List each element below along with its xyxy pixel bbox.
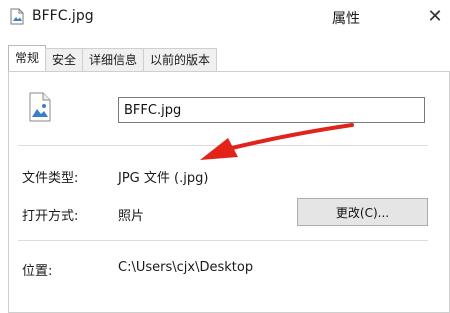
tab-details[interactable]: 详细信息 xyxy=(82,48,145,71)
tab-security[interactable]: 安全 xyxy=(45,48,84,71)
open-with-value: 照片 xyxy=(118,209,145,224)
file-type-value: JPG 文件 (.jpg) xyxy=(118,171,209,186)
tab-previous-versions[interactable]: 以前的版本 xyxy=(143,48,218,71)
divider xyxy=(18,240,428,241)
tab-bar: 常规 安全 详细信息 以前的版本 xyxy=(8,45,218,71)
location-label: 位置: xyxy=(22,264,53,279)
window-title: BFFC.jpg xyxy=(32,8,94,24)
dialog-title: 属性 xyxy=(332,11,360,27)
location-value: C:\Users\cjx\Desktop xyxy=(118,260,254,275)
change-button[interactable]: 更改(C)... xyxy=(297,198,428,226)
divider xyxy=(18,145,428,146)
tab-general[interactable]: 常规 xyxy=(8,45,47,71)
close-button[interactable]: ✕ xyxy=(420,0,450,33)
open-with-label: 打开方式: xyxy=(22,209,79,224)
filename-field[interactable] xyxy=(118,97,425,123)
close-icon: ✕ xyxy=(427,6,443,27)
image-file-icon xyxy=(10,8,24,25)
file-type-label: 文件类型: xyxy=(22,171,79,186)
image-file-icon xyxy=(29,92,51,122)
title-bar: BFFC.jpg 属性 ✕ xyxy=(0,0,450,33)
